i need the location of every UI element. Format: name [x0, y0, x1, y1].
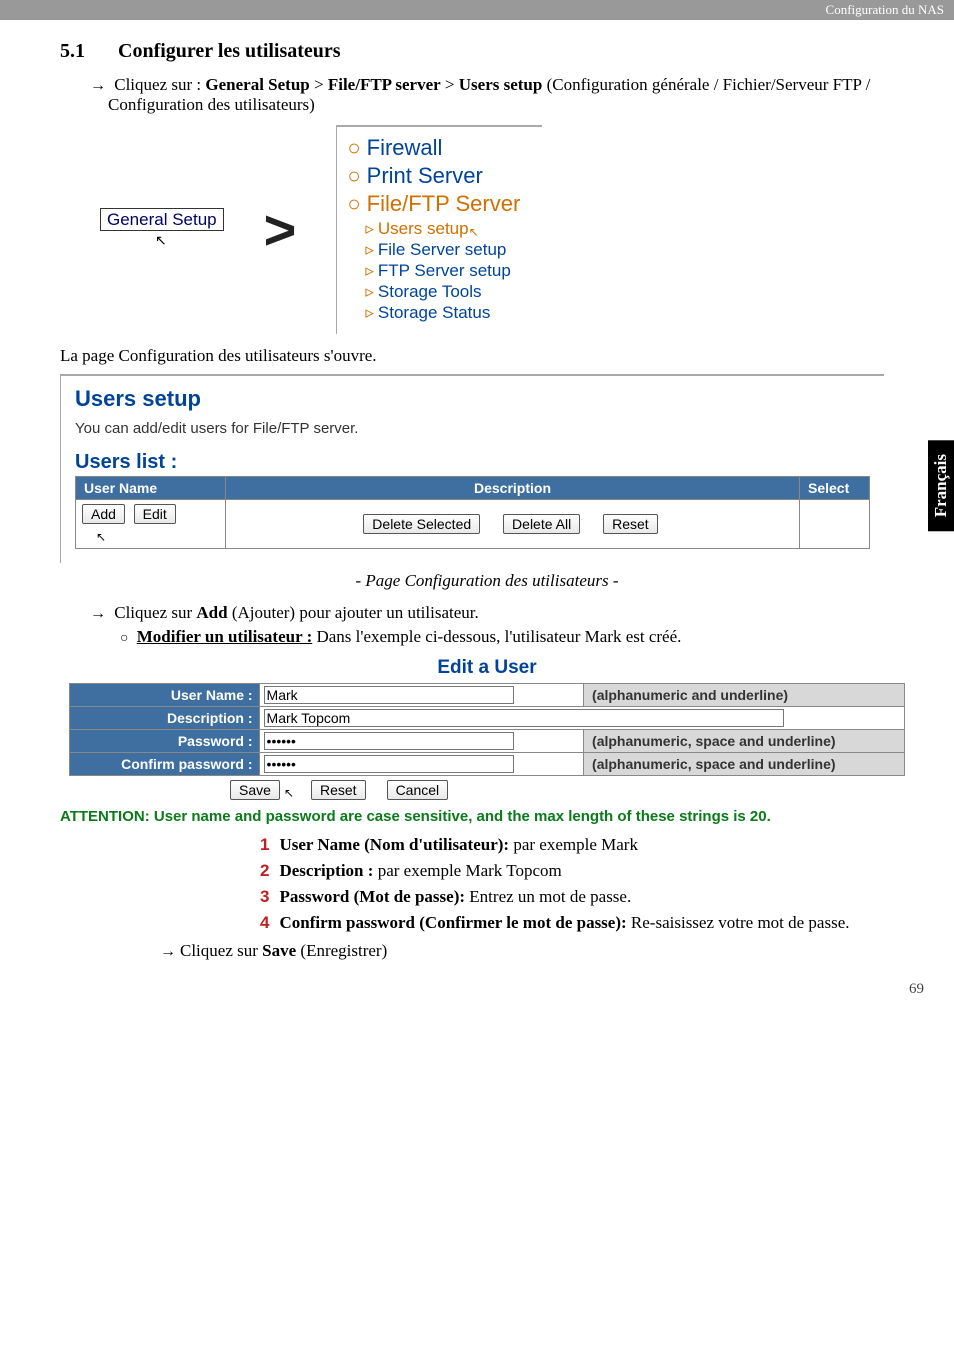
- hint-confirm: (alphanumeric, space and underline): [584, 753, 905, 776]
- nav-illustration: General Setup ↖ > ○Firewall ○Print Serve…: [100, 125, 914, 334]
- section-number: 5.1: [60, 40, 85, 62]
- arrow-icon: →: [160, 943, 176, 960]
- arrow-icon: →: [90, 77, 106, 94]
- cursor-icon: ↖: [469, 225, 479, 239]
- edit-user-form: User Name : (alphanumeric and underline)…: [69, 683, 906, 776]
- cell-username: [259, 684, 583, 707]
- menu-print[interactable]: ○Print Server: [347, 163, 520, 189]
- submenu-tools[interactable]: ▹Storage Tools: [365, 282, 520, 302]
- delete-selected-button[interactable]: Delete Selected: [363, 514, 480, 534]
- attention-text: ATTENTION: User name and password are ca…: [60, 808, 914, 825]
- cursor-icon: ↖: [155, 232, 167, 249]
- cell-password: [259, 730, 583, 753]
- cursor-icon: ↖: [284, 786, 294, 801]
- caption-1: - Page Configuration des utilisateurs -: [60, 571, 914, 591]
- form-button-row: Save ↖ Reset Cancel: [60, 776, 914, 804]
- section-title-text: Configurer les utilisateurs: [118, 40, 341, 62]
- save-button[interactable]: Save: [230, 780, 280, 800]
- intro-line: → Cliquez sur : General Setup > File/FTP…: [90, 75, 914, 115]
- add-button[interactable]: Add: [82, 504, 125, 524]
- section-heading: 5.1 Configurer les utilisateurs: [60, 40, 914, 63]
- page-number: 69: [0, 971, 954, 1018]
- label-password: Password :: [69, 730, 259, 753]
- language-tab: Français: [928, 440, 954, 531]
- submenu-file[interactable]: ▹File Server setup: [365, 240, 520, 260]
- hint-password: (alphanumeric, space and underline): [584, 730, 905, 753]
- description-input[interactable]: [264, 709, 784, 727]
- edit-button[interactable]: Edit: [134, 504, 176, 524]
- menu-fileftp[interactable]: ○File/FTP Server: [347, 191, 520, 217]
- general-setup-button[interactable]: General Setup: [100, 208, 224, 231]
- top-header: Configuration du NAS: [0, 0, 954, 20]
- users-setup-sub: You can add/edit users for File/FTP serv…: [75, 420, 870, 437]
- cell-confirm: [259, 753, 583, 776]
- cursor-icon: ↖: [96, 530, 106, 544]
- cell-description: [259, 707, 905, 730]
- th-description: Description: [226, 477, 800, 500]
- page-opens-line: La page Configuration des utilisateurs s…: [60, 346, 914, 366]
- list-item: 2Description : par exemple Mark Topcom: [260, 861, 914, 881]
- list-item: 3Password (Mot de passe): Entrez un mot …: [260, 887, 914, 907]
- edit-user-title: Edit a User: [60, 657, 914, 679]
- submenu-ftp[interactable]: ▹FTP Server setup: [365, 261, 520, 281]
- reset-button[interactable]: Reset: [603, 514, 658, 534]
- users-table: User Name Description Select Add Edit ↖ …: [75, 476, 870, 549]
- header-right: Configuration du NAS: [826, 2, 944, 17]
- users-list-title: Users list :: [75, 451, 870, 474]
- list-item: 4Confirm password (Confirmer le mot de p…: [260, 913, 914, 933]
- cell-actions-mid: Delete Selected Delete All Reset: [226, 500, 800, 549]
- greater-than-icon: >: [264, 197, 297, 262]
- circle-icon: ○: [120, 631, 128, 646]
- save-instruction: →Cliquez sur Save (Enregistrer): [160, 941, 914, 961]
- cell-select: [800, 500, 870, 549]
- modify-user-line: ○ Modifier un utilisateur : Dans l'exemp…: [120, 627, 914, 647]
- numbered-list: 1User Name (Nom d'utilisateur): par exem…: [260, 835, 914, 933]
- cancel-button[interactable]: Cancel: [387, 780, 449, 800]
- submenu-users[interactable]: ▹Users setup↖: [365, 219, 520, 239]
- general-setup-container: General Setup ↖: [100, 210, 224, 250]
- arrow-icon: →: [90, 605, 106, 622]
- list-item: 1User Name (Nom d'utilisateur): par exem…: [260, 835, 914, 855]
- submenu-status[interactable]: ▹Storage Status: [365, 303, 520, 323]
- th-select: Select: [800, 477, 870, 500]
- delete-all-button[interactable]: Delete All: [503, 514, 580, 534]
- label-username: User Name :: [69, 684, 259, 707]
- th-username: User Name: [76, 477, 226, 500]
- cell-actions-left: Add Edit ↖: [76, 500, 226, 549]
- menu-panel: ○Firewall ○Print Server ○File/FTP Server…: [336, 125, 542, 334]
- add-instruction: → Cliquez sur Add (Ajouter) pour ajouter…: [90, 603, 914, 623]
- reset-form-button[interactable]: Reset: [311, 780, 366, 800]
- label-confirm: Confirm password :: [69, 753, 259, 776]
- label-description: Description :: [69, 707, 259, 730]
- confirm-password-input[interactable]: [264, 755, 514, 773]
- menu-firewall[interactable]: ○Firewall: [347, 135, 520, 161]
- users-setup-title: Users setup: [75, 386, 870, 412]
- users-setup-panel: Users setup You can add/edit users for F…: [60, 374, 884, 563]
- hint-username: (alphanumeric and underline): [584, 684, 905, 707]
- username-input[interactable]: [264, 686, 514, 704]
- password-input[interactable]: [264, 732, 514, 750]
